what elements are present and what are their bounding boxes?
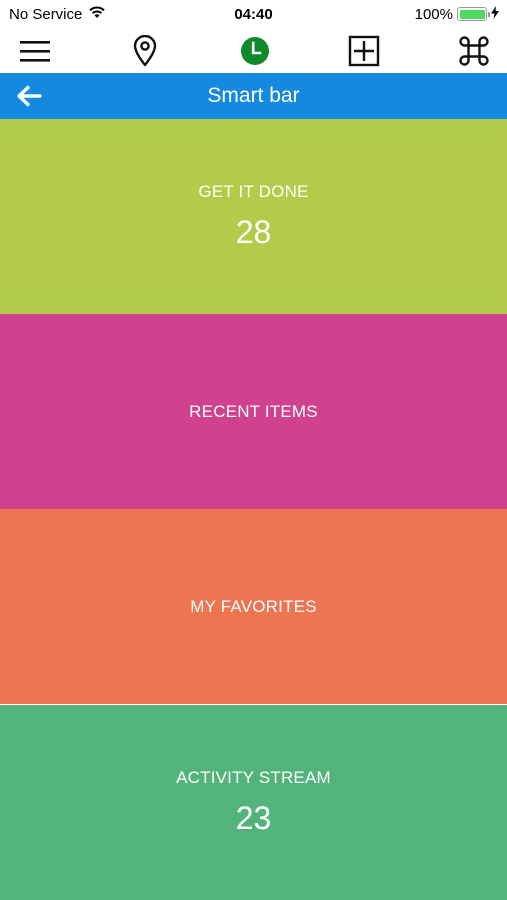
add-box-icon[interactable] [347, 34, 381, 68]
battery-percent: 100% [414, 5, 453, 23]
tile-activity-stream[interactable]: ACTIVITY STREAM 23 [0, 705, 507, 900]
page-title: Smart bar [207, 84, 300, 107]
command-icon[interactable] [457, 34, 491, 68]
tile-my-favorites[interactable]: MY FAVORITES [0, 509, 507, 704]
status-right: 100% [414, 5, 499, 23]
arrow-left-icon[interactable] [14, 82, 44, 110]
tile-label: ACTIVITY STREAM [176, 768, 331, 787]
tile-label: GET IT DONE [198, 182, 309, 201]
top-toolbar [0, 28, 507, 73]
tile-label: RECENT ITEMS [189, 401, 318, 421]
battery-icon [457, 7, 490, 21]
tile-get-it-done[interactable]: GET IT DONE 28 [0, 119, 507, 314]
status-bar: No Service 04:40 100% [0, 0, 507, 28]
charging-icon [491, 5, 499, 23]
tile-count: 23 [235, 800, 272, 836]
battery-level [459, 9, 485, 19]
status-left: No Service [9, 5, 106, 23]
nav-bar: Smart bar [0, 73, 507, 119]
tile-recent-items[interactable]: RECENT ITEMS [0, 314, 507, 509]
tile-count: 28 [235, 214, 272, 250]
tile-label: MY FAVORITES [190, 596, 317, 616]
menu-icon[interactable] [18, 34, 52, 68]
location-pin-icon[interactable] [128, 34, 162, 68]
clock-icon[interactable] [238, 34, 272, 68]
carrier-label: No Service [9, 5, 83, 23]
wifi-icon [88, 5, 106, 23]
